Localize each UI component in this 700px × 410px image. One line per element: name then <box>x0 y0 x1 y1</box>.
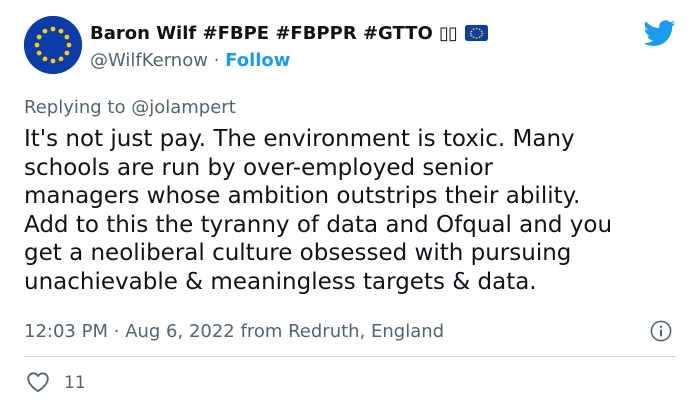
like-count: 11 <box>64 373 86 393</box>
eu-flag-icon <box>24 16 82 74</box>
tweet-location: from Redruth, England <box>240 321 445 342</box>
tweet-body-line: It's not just pay. The environment is to… <box>24 126 575 152</box>
avatar[interactable] <box>24 16 82 74</box>
tweet-body-line: get a neoliberal culture obsessed with p… <box>24 240 572 266</box>
tweet-body-line: managers whose ambition outstrips their … <box>24 183 581 209</box>
divider <box>24 356 676 357</box>
tweet-timestamp-line[interactable]: 12:03 PM · Aug 6, 2022 from Redruth, Eng… <box>24 320 444 344</box>
eu-flag-emoji-icon <box>465 25 489 41</box>
tweet-time: 12:03 PM <box>24 321 108 342</box>
tweet-body-line: Add to this the tyranny of data and Ofqu… <box>24 211 613 238</box>
info-icon[interactable] <box>650 320 672 342</box>
tweet-body-line: unachievable & meaningless targets & dat… <box>24 268 537 295</box>
replying-to-line: Replying to @jolampert <box>24 96 236 120</box>
replying-to-label: Replying to <box>24 97 126 118</box>
tweet-body-line: schools are run by over-employed senior <box>24 154 494 181</box>
tweet-date: Aug 6, 2022 <box>125 321 235 342</box>
meta-separator: · <box>113 321 120 342</box>
emoji-placeholder-glyphs: ▯▯ <box>439 23 458 44</box>
author-display-name[interactable]: Baron Wilf #FBPE #FBPPR #GTTO ▯▯ <box>90 22 489 46</box>
heart-icon[interactable] <box>26 371 50 393</box>
twitter-bird-icon[interactable] <box>643 20 676 47</box>
follow-button[interactable]: Follow <box>225 50 290 71</box>
author-name-text: Baron Wilf #FBPE #FBPPR #GTTO <box>90 23 433 44</box>
author-handle-line: @WilfKernow · Follow <box>90 49 290 73</box>
reply-target-handle[interactable]: @jolampert <box>131 97 236 118</box>
tweet-card: Baron Wilf #FBPE #FBPPR #GTTO ▯▯ @WilfKe… <box>0 0 700 410</box>
handle-separator: · <box>213 50 220 71</box>
tweet-body: It's not just pay. The environment is to… <box>24 125 684 296</box>
author-handle[interactable]: @WilfKernow <box>90 50 208 71</box>
